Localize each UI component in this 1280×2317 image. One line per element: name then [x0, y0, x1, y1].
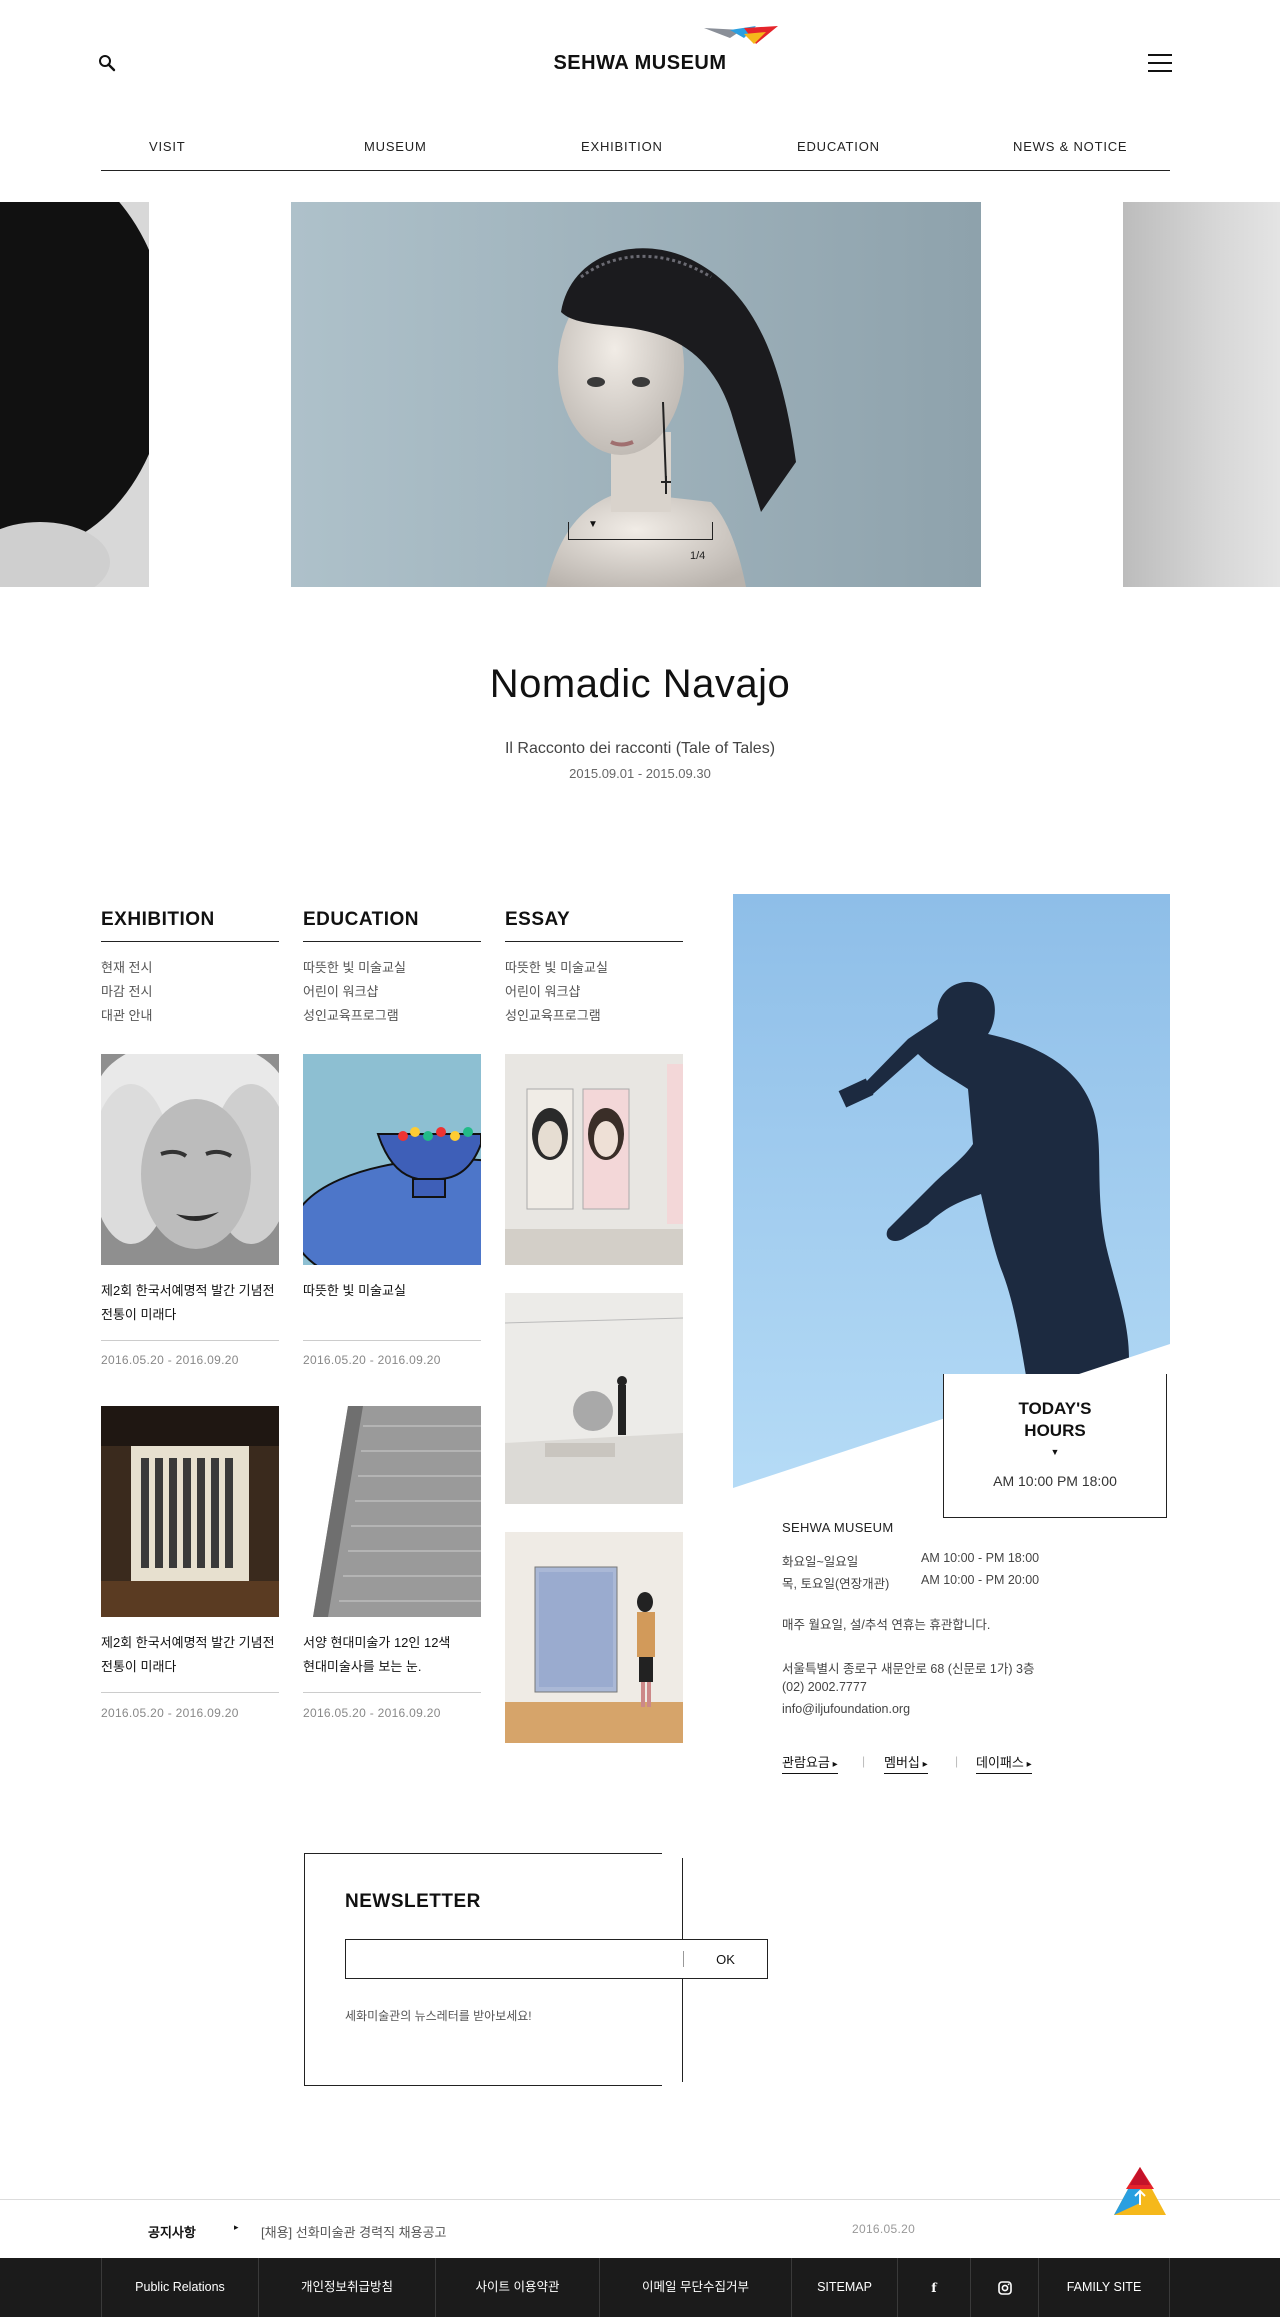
link-current-exhibition[interactable]: 현재 전시 — [101, 956, 152, 980]
logo-mark-icon — [704, 26, 778, 44]
footer: Public Relations 개인정보취급방침 사이트 이용약관 이메일 무… — [0, 2258, 1280, 2317]
hours-label-weekday: 화요일~일요일 — [782, 1555, 859, 1569]
newsletter-ok-button[interactable]: OK — [684, 1940, 767, 1978]
nav-exhibition[interactable]: EXHIBITION — [581, 139, 663, 154]
link-art-class[interactable]: 따뜻한 빛 미술교실 — [505, 956, 608, 980]
education-card-date: 2016.05.20 - 2016.09.20 — [303, 1706, 441, 1720]
nav-education[interactable]: EDUCATION — [797, 139, 880, 154]
email[interactable]: info@iljufoundation.org — [782, 1702, 910, 1716]
scroll-top-button[interactable] — [1110, 2165, 1170, 2219]
exhibition-links: 현재 전시 마감 전시 대관 안내 — [101, 956, 152, 1028]
education-card-title[interactable]: 따뜻한 빛 미술교실 — [303, 1279, 481, 1303]
link-day-pass[interactable]: 데이패스 — [976, 1752, 1032, 1774]
hamburger-icon-bar — [1148, 62, 1172, 64]
footer-sitemap[interactable]: SITEMAP — [791, 2258, 897, 2317]
closed-notice: 매주 월요일, 설/추석 연휴는 휴관합니다. — [782, 1618, 991, 1632]
exhibition-column-title[interactable]: EXHIBITION — [101, 909, 279, 942]
slide-page-indicator: 1/4 — [690, 550, 706, 562]
essay-image[interactable] — [505, 1054, 683, 1265]
todays-hours-box — [943, 1374, 1167, 1518]
nav-museum[interactable]: MUSEUM — [364, 139, 427, 154]
exhibition-card-date: 2016.05.20 - 2016.09.20 — [101, 1706, 239, 1720]
link-art-class[interactable]: 따뜻한 빛 미술교실 — [303, 956, 406, 980]
link-kids-workshop[interactable]: 어린이 워크샵 — [303, 980, 406, 1004]
exhibition-card-image[interactable] — [101, 1406, 279, 1617]
todays-hours-title: TODAY'S HOURS — [1018, 1399, 1092, 1440]
phone: (02) 2002.7777 — [782, 1680, 867, 1694]
link-admission-fee[interactable]: 관람요금 — [782, 1752, 838, 1774]
exhibition-date: 2015.09.01 - 2015.09.30 — [569, 766, 711, 781]
link-adult-program[interactable]: 성인교육프로그램 — [303, 1004, 406, 1028]
exhibition-title: Nomadic Navajo — [489, 662, 791, 706]
nav-visit[interactable]: VISIT — [149, 139, 186, 154]
link-past-exhibition[interactable]: 마감 전시 — [101, 980, 152, 1004]
link-kids-workshop[interactable]: 어린이 워크샵 — [505, 980, 608, 1004]
nav-news-notice[interactable]: NEWS & NOTICE — [1013, 139, 1127, 154]
hours-down-arrow-icon: ▼ — [1050, 1447, 1060, 1457]
menu-button[interactable] — [1148, 54, 1172, 76]
notice-date: 2016.05.20 — [852, 2222, 916, 2236]
education-card-title[interactable]: 서양 현대미술가 12인 12색 현대미술사를 보는 눈. — [303, 1631, 481, 1679]
hours-value-extended: AM 10:00 - PM 20:00 — [921, 1573, 1040, 1587]
card-divider — [303, 1692, 481, 1693]
education-card-image[interactable] — [303, 1054, 481, 1265]
divider: | — [955, 1754, 959, 1768]
notice-label: 공지사항 — [148, 2225, 196, 2240]
footer-terms[interactable]: 사이트 이용약관 — [435, 2258, 599, 2317]
site-logo[interactable]: SEHWA MUSEUM — [0, 52, 1280, 75]
notice-headline[interactable]: [채용] 선화미술관 경력직 채용공고 — [261, 2222, 447, 2241]
essay-image[interactable] — [505, 1293, 683, 1504]
card-divider — [101, 1692, 279, 1693]
facebook-icon[interactable]: f — [897, 2258, 970, 2317]
notice-arrow-icon: ▸ — [234, 2222, 239, 2232]
footer-email-refusal[interactable]: 이메일 무단수집거부 — [599, 2258, 791, 2317]
todays-hours-time: AM 10:00 PM 18:00 — [993, 1473, 1117, 1489]
card-divider — [303, 1340, 481, 1341]
essay-links: 따뜻한 빛 미술교실 어린이 워크샵 성인교육프로그램 — [505, 956, 608, 1028]
link-membership[interactable]: 멤버십 — [884, 1752, 928, 1774]
hours-label-extended: 목, 토요일(연장개관) — [782, 1577, 890, 1591]
education-links: 따뜻한 빛 미술교실 어린이 워크샵 성인교육프로그램 — [303, 956, 406, 1028]
exhibition-subtitle: Il Racconto dei racconti (Tale of Tales) — [504, 740, 776, 757]
address: 서울특별시 종로구 새문안로 68 (신문로 1가) 3층 — [782, 1662, 1035, 1676]
scroll-top-icon — [1114, 2167, 1166, 2215]
slide-down-arrow-icon[interactable]: ▼ — [588, 519, 598, 530]
hours-value-weekday: AM 10:00 - PM 18:00 — [921, 1551, 1040, 1565]
instagram-icon[interactable] — [970, 2258, 1038, 2317]
education-card-image[interactable] — [303, 1406, 481, 1617]
link-adult-program[interactable]: 성인교육프로그램 — [505, 1004, 608, 1028]
exhibition-card-date: 2016.05.20 - 2016.09.20 — [101, 1353, 239, 1367]
hamburger-icon-bar — [1148, 54, 1172, 56]
footer-privacy-policy[interactable]: 개인정보취급방침 — [258, 2258, 435, 2317]
footer-family-site[interactable]: FAMILY SITE — [1038, 2258, 1170, 2317]
hero-next-slide[interactable] — [1123, 202, 1280, 587]
footer-public-relations[interactable]: Public Relations — [101, 2258, 258, 2317]
essay-image[interactable] — [505, 1532, 683, 1743]
newsletter-title: NEWSLETTER — [345, 1891, 481, 1912]
exhibition-card-title[interactable]: 제2회 한국서예명적 발간 기념전 전통이 미래다 — [101, 1279, 279, 1327]
hero-prev-slide[interactable] — [0, 202, 149, 587]
main-nav: VISIT MUSEUM EXHIBITION EDUCATION NEWS &… — [101, 139, 1170, 171]
education-card-date: 2016.05.20 - 2016.09.20 — [303, 1353, 441, 1367]
hamburger-icon-bar — [1148, 70, 1172, 72]
exhibition-card-image[interactable] — [101, 1054, 279, 1265]
newsletter-note: 세화미술관의 뉴스레터를 받아보세요! — [345, 2009, 532, 2023]
essay-column-title[interactable]: ESSAY — [505, 909, 683, 942]
education-column-title[interactable]: EDUCATION — [303, 909, 481, 942]
museum-name: SEHWA MUSEUM — [782, 1520, 894, 1535]
link-rental-guide[interactable]: 대관 안내 — [101, 1004, 152, 1028]
card-divider — [101, 1340, 279, 1341]
divider: | — [862, 1754, 866, 1768]
exhibition-card-title[interactable]: 제2회 한국서예명적 발간 기념전 전통이 미래다 — [101, 1631, 279, 1679]
